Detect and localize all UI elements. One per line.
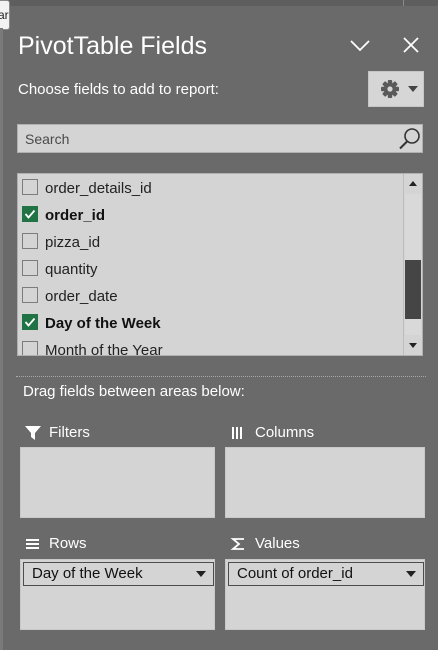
panel-title: PivotTable Fields	[18, 32, 207, 60]
rows-drop-zone[interactable]: Day of the Week	[20, 559, 215, 630]
field-item-month-of-the-year[interactable]: Month of the Year	[18, 338, 402, 356]
field-item-order-details-id[interactable]: order_details_id	[18, 176, 402, 203]
panel-left-edge	[0, 28, 3, 650]
field-checkbox[interactable]	[22, 233, 38, 249]
rows-field-label: Day of the Week	[32, 565, 143, 582]
chevron-down-icon	[350, 40, 370, 52]
scroll-thumb[interactable]	[405, 260, 421, 319]
search-icon[interactable]	[398, 127, 422, 151]
checkmark-icon	[24, 209, 36, 219]
field-item-order-date[interactable]: order_date	[18, 284, 402, 311]
field-checkbox-checked[interactable]	[22, 314, 38, 330]
filter-icon	[25, 426, 41, 440]
close-icon	[403, 37, 419, 53]
field-checkbox[interactable]	[22, 179, 38, 195]
field-checkbox-checked[interactable]	[22, 206, 38, 222]
rows-icon	[26, 539, 39, 549]
field-settings-button[interactable]	[368, 71, 424, 107]
sigma-icon	[230, 538, 244, 550]
values-field-pill[interactable]: Count of order_id	[228, 562, 424, 586]
top-strip	[0, 0, 438, 6]
field-search-box[interactable]	[17, 124, 423, 153]
scroll-down-button[interactable]	[404, 336, 422, 355]
scroll-track[interactable]	[405, 194, 421, 335]
field-list-scrollbar[interactable]	[403, 174, 422, 355]
values-drop-zone[interactable]: Count of order_id	[225, 559, 425, 630]
columns-label: Columns	[255, 424, 315, 441]
values-label: Values	[255, 535, 300, 552]
checkmark-icon	[24, 317, 36, 327]
columns-icon	[232, 427, 242, 439]
rows-field-pill[interactable]: Day of the Week	[23, 562, 214, 586]
filters-label: Filters	[49, 424, 90, 441]
field-label: pizza_id	[45, 234, 101, 251]
search-input[interactable]	[18, 125, 395, 152]
field-checkbox[interactable]	[22, 287, 38, 303]
field-label: order_id	[45, 207, 106, 224]
field-item-quantity[interactable]: quantity	[18, 257, 402, 284]
field-label: Month of the Year	[45, 342, 163, 356]
field-item-pizza-id[interactable]: pizza_id	[18, 230, 402, 257]
rows-label: Rows	[49, 535, 87, 552]
top-strip-separator	[403, 0, 404, 6]
columns-drop-zone[interactable]	[225, 447, 425, 518]
scroll-up-button[interactable]	[404, 174, 422, 193]
arrow-up-icon	[409, 181, 417, 186]
drag-fields-label: Drag fields between areas below:	[23, 383, 245, 400]
field-item-day-of-the-week[interactable]: Day of the Week	[18, 311, 402, 338]
arrow-down-icon	[409, 343, 417, 348]
field-label: order_date	[45, 288, 118, 305]
close-button[interactable]	[396, 30, 426, 60]
choose-fields-label: Choose fields to add to report:	[18, 81, 219, 98]
caret-down-icon	[196, 571, 206, 577]
section-divider	[16, 376, 426, 377]
corner-tab[interactable]: ar	[0, 0, 10, 30]
field-item-order-id[interactable]: order_id	[18, 203, 402, 230]
field-list[interactable]: order_details_id order_id pizza_id quant…	[17, 173, 423, 356]
filters-drop-zone[interactable]	[20, 447, 215, 518]
values-field-label: Count of order_id	[237, 565, 353, 582]
field-label: Day of the Week	[45, 315, 161, 332]
field-checkbox[interactable]	[22, 260, 38, 276]
field-label: order_details_id	[45, 180, 152, 197]
task-pane-options-button[interactable]	[345, 30, 375, 60]
field-label: quantity	[45, 261, 98, 278]
field-checkbox[interactable]	[22, 341, 38, 355]
caret-down-icon	[406, 571, 416, 577]
caret-down-icon	[408, 86, 418, 92]
